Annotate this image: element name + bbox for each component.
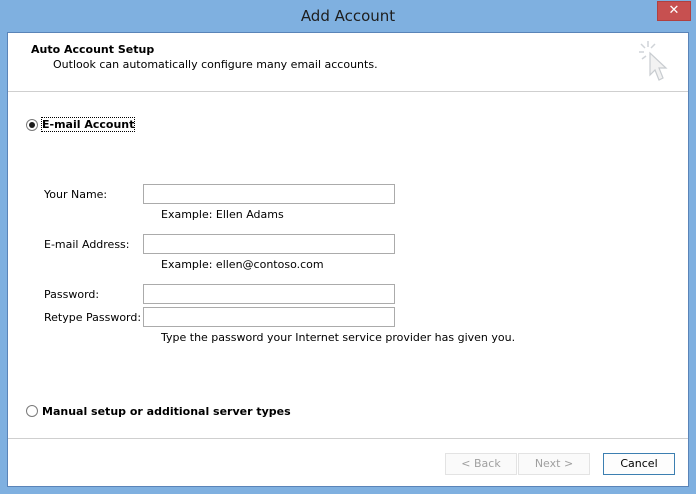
retype-password-label: Retype Password:	[44, 311, 142, 324]
manual-setup-radio[interactable]	[26, 405, 38, 417]
footer-divider	[8, 438, 688, 439]
email-account-label[interactable]: E-mail Account	[40, 117, 136, 132]
header-subtitle: Outlook can automatically configure many…	[53, 58, 378, 71]
cancel-button[interactable]: Cancel	[603, 453, 675, 475]
your-name-label: Your Name:	[44, 188, 108, 201]
close-icon: ✕	[668, 3, 680, 18]
email-address-label: E-mail Address:	[44, 238, 130, 251]
email-address-example: Example: ellen@contoso.com	[161, 258, 324, 271]
password-input[interactable]	[143, 284, 395, 304]
password-hint: Type the password your Internet service …	[161, 331, 516, 344]
add-account-window: Add Account ✕ Auto Account Setup Outlook…	[0, 0, 696, 494]
email-address-input[interactable]	[143, 234, 395, 254]
manual-setup-label[interactable]: Manual setup or additional server types	[42, 405, 291, 418]
magic-wand-cursor-icon	[639, 41, 668, 81]
your-name-input[interactable]	[143, 184, 395, 204]
header-panel: Auto Account Setup Outlook can automatic…	[8, 33, 688, 92]
dialog-body: Auto Account Setup Outlook can automatic…	[7, 32, 689, 487]
email-account-text: E-mail Account	[42, 118, 135, 131]
your-name-example: Example: Ellen Adams	[161, 208, 284, 221]
back-button[interactable]: < Back	[445, 453, 517, 475]
close-button[interactable]: ✕	[657, 1, 691, 21]
password-label: Password:	[44, 288, 100, 301]
header-title: Auto Account Setup	[31, 43, 155, 56]
window-title: Add Account	[300, 7, 396, 25]
email-account-radio[interactable]	[26, 119, 38, 131]
title-bar[interactable]: Add Account ✕	[0, 0, 696, 32]
next-button[interactable]: Next >	[518, 453, 590, 475]
retype-password-input[interactable]	[143, 307, 395, 327]
